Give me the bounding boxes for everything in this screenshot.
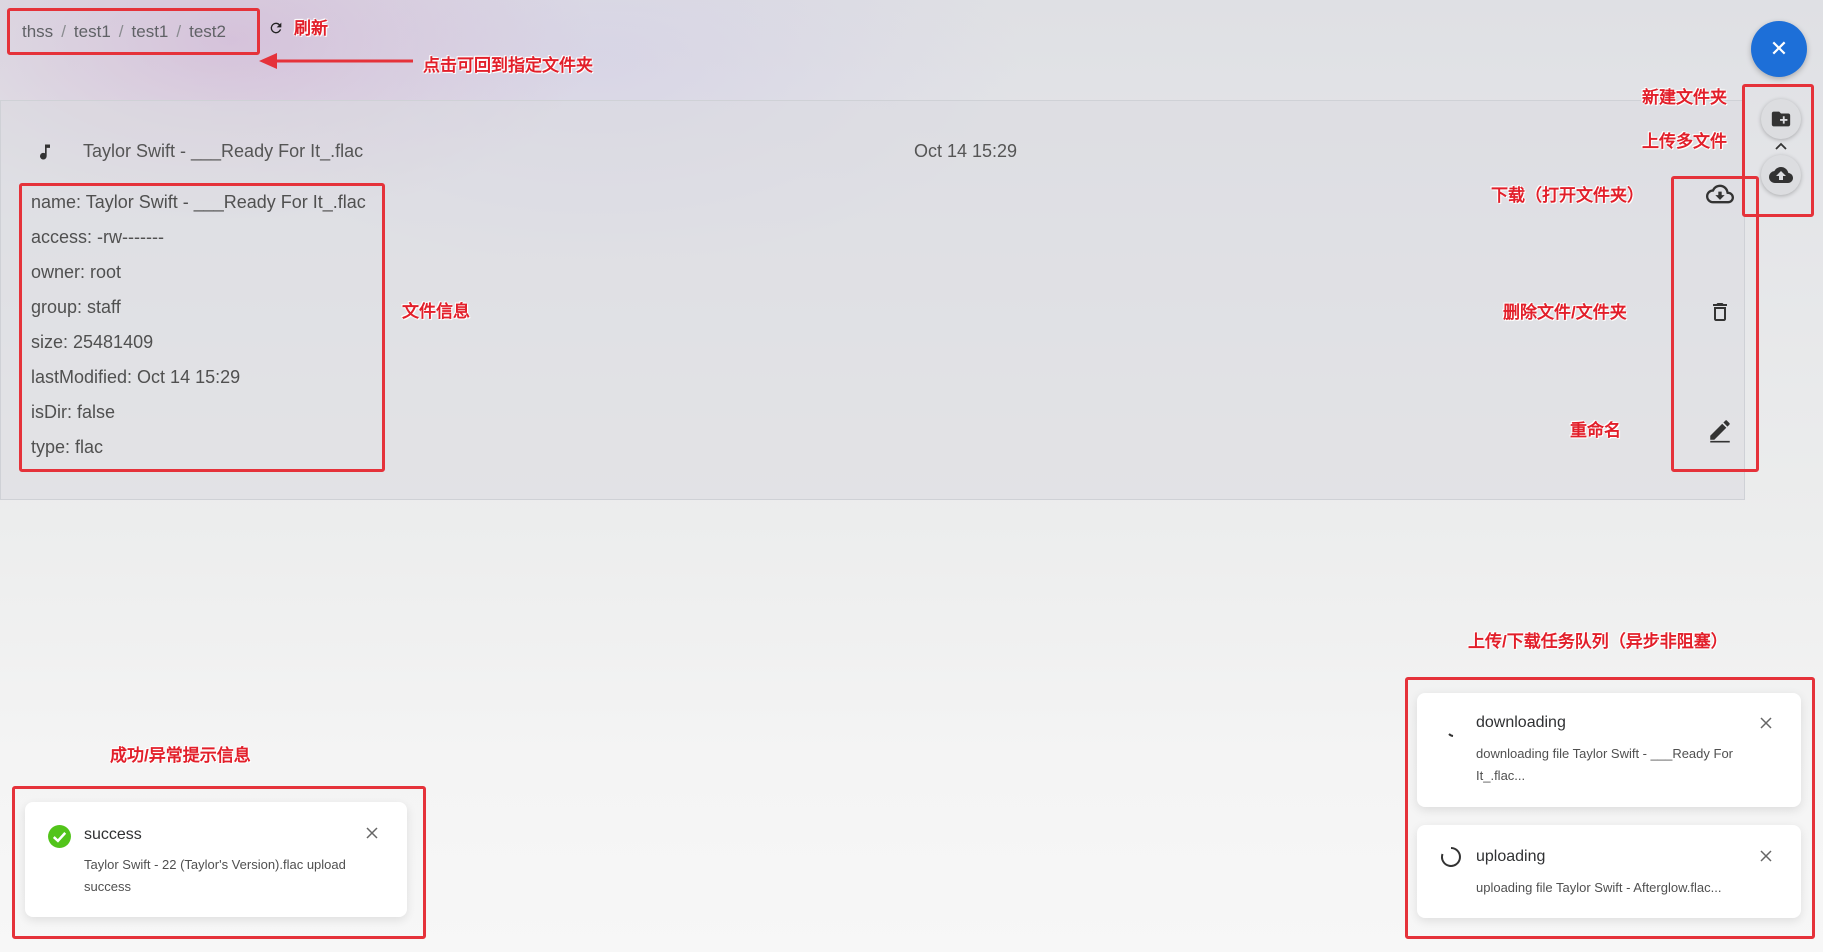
- annotation-new-folder-label: 新建文件夹: [1642, 88, 1727, 107]
- close-icon: ✕: [1769, 36, 1789, 61]
- annotation-delete-label: 删除文件/文件夹: [1503, 303, 1627, 322]
- annotation-queue-label: 上传/下载任务队列（异步非阻塞）: [1468, 632, 1728, 651]
- file-name[interactable]: Taylor Swift - ___Ready For It_.flac: [83, 141, 363, 162]
- annotation-box-file-actions: [1671, 176, 1759, 472]
- music-note-icon: [40, 144, 50, 160]
- annotation-rename-label: 重命名: [1570, 421, 1621, 440]
- file-modified-date: Oct 14 15:29: [914, 141, 1018, 161]
- annotation-box-file-info: [19, 183, 385, 472]
- annotation-messages-label: 成功/异常提示信息: [110, 746, 251, 765]
- annotation-upload-label: 上传多文件: [1642, 132, 1727, 151]
- annotation-box-messages: [12, 786, 426, 939]
- annotation-box-fab-actions: [1742, 84, 1814, 217]
- annotation-box-breadcrumb: [7, 8, 260, 55]
- refresh-icon[interactable]: [268, 20, 284, 36]
- fab-close-button[interactable]: ✕: [1751, 21, 1807, 77]
- annotation-arrow: [259, 53, 413, 69]
- annotation-file-info-label: 文件信息: [402, 302, 470, 321]
- annotation-download-label: 下载（打开文件夹）: [1491, 186, 1644, 205]
- annotation-refresh-label: 刷新: [294, 19, 328, 38]
- file-row[interactable]: Taylor Swift - ___Ready For It_.flac: [35, 137, 363, 167]
- annotation-box-task-queue: [1405, 677, 1815, 939]
- annotation-breadcrumb-label: 点击可回到指定文件夹: [423, 56, 593, 75]
